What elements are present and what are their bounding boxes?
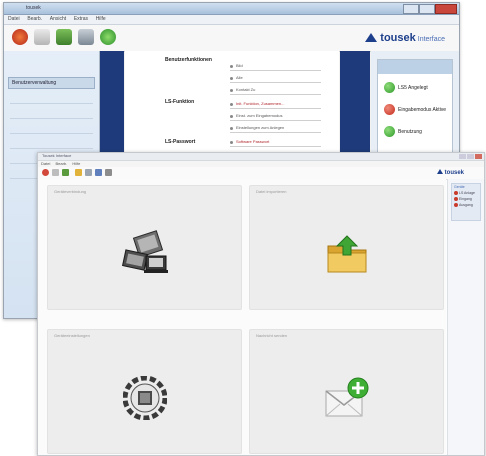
group-heading: Benutzerfunktionen xyxy=(165,57,212,63)
dashboard-area: Geräteverbindung Datei importieren Gerät… xyxy=(38,179,446,455)
connect-icon[interactable] xyxy=(12,29,28,45)
status-item: LS5 Angelegt xyxy=(384,82,428,93)
menu-item[interactable]: Datei xyxy=(8,15,20,24)
error-icon xyxy=(384,104,395,115)
status-dot-icon xyxy=(454,203,458,208)
tile-message[interactable]: Nachricht senden xyxy=(249,329,444,454)
tile-label: Geräteeinstellungen xyxy=(54,333,90,338)
back-menu-bar: Datei Bearb. Ansicht Extras Hilfe xyxy=(4,15,459,25)
option-line[interactable]: Bild xyxy=(230,63,321,71)
side-item[interactable]: Ausgang xyxy=(452,202,480,208)
menu-item[interactable]: Bearb. xyxy=(55,161,67,166)
option-line[interactable]: Software Passwort xyxy=(230,139,321,147)
front-window: Tousek Interface Datei Bearb. Hilfe tous… xyxy=(37,152,485,456)
option-line[interactable]: Einstellungen zum Anlegen xyxy=(230,125,321,133)
tile-settings[interactable]: Geräteeinstellungen xyxy=(47,329,242,454)
device-dial-icon xyxy=(122,375,167,422)
close-button[interactable] xyxy=(435,4,457,14)
menu-item[interactable]: Bearb. xyxy=(27,15,42,24)
left-nav-item[interactable]: Benutzerverwaltung xyxy=(8,77,95,89)
status-item: Eingabemodus Aktive xyxy=(384,104,446,115)
status-dot-icon xyxy=(454,191,458,196)
close-button[interactable] xyxy=(475,154,482,159)
front-window-title: Tousek Interface xyxy=(42,153,72,158)
back-window-title: tousek xyxy=(26,5,41,11)
list-icon[interactable] xyxy=(56,29,72,45)
option-line[interactable]: Kontakt Zu xyxy=(230,87,321,95)
network-computers-icon xyxy=(116,230,174,280)
globe-icon[interactable] xyxy=(100,29,116,45)
menu-item[interactable]: Ansicht xyxy=(50,15,66,24)
save-icon[interactable] xyxy=(85,169,92,176)
connect-icon[interactable] xyxy=(42,169,49,176)
menu-item[interactable]: Hilfe xyxy=(96,15,106,24)
back-toolbar: tousek Interface xyxy=(4,25,459,52)
tile-connection[interactable]: Geräteverbindung xyxy=(47,185,242,310)
status-item: Benutzung xyxy=(384,126,422,137)
back-brand-logo: tousek Interface xyxy=(365,32,445,44)
tile-label: Geräteverbindung xyxy=(54,189,87,194)
settings-icon[interactable] xyxy=(78,29,94,45)
tile-label: Datei importieren xyxy=(256,189,287,194)
option-line[interactable]: Alle xyxy=(230,75,321,83)
device-icon[interactable] xyxy=(52,169,59,176)
status-dot-icon xyxy=(454,197,458,202)
folder-upload-icon xyxy=(325,234,369,276)
check-icon xyxy=(384,126,395,137)
front-side-panel: Geräte LS Anlage Eingang Ausgang xyxy=(447,179,484,455)
option-line[interactable]: Einst. zum Eingabemodus xyxy=(230,113,321,121)
group-heading: LS-Funktion xyxy=(165,99,195,105)
check-icon xyxy=(384,82,395,93)
menu-item[interactable]: Extras xyxy=(74,15,88,24)
device-icon[interactable] xyxy=(34,29,50,45)
option-line[interactable]: Init. Funktion, Zusammen... xyxy=(230,101,321,109)
back-title-bar: tousek xyxy=(4,3,459,15)
menu-item[interactable]: Hilfe xyxy=(72,161,80,166)
help-icon[interactable] xyxy=(105,169,112,176)
tile-label: Nachricht senden xyxy=(256,333,288,338)
minimize-button[interactable] xyxy=(403,4,419,14)
front-title-bar: Tousek Interface xyxy=(38,153,484,161)
mail-add-icon xyxy=(323,377,371,421)
status-header xyxy=(378,60,452,74)
tile-import[interactable]: Datei importieren xyxy=(249,185,444,310)
list-icon[interactable] xyxy=(62,169,69,176)
menu-item[interactable]: Datei xyxy=(41,161,50,166)
print-icon[interactable] xyxy=(95,169,102,176)
front-brand-logo: tousek xyxy=(436,169,464,176)
maximize-button[interactable] xyxy=(467,154,474,159)
device-list-box: Geräte LS Anlage Eingang Ausgang xyxy=(451,183,481,221)
folder-icon[interactable] xyxy=(75,169,82,176)
group-heading: LS-Passwort xyxy=(165,139,196,145)
minimize-button[interactable] xyxy=(459,154,466,159)
maximize-button[interactable] xyxy=(419,4,435,14)
